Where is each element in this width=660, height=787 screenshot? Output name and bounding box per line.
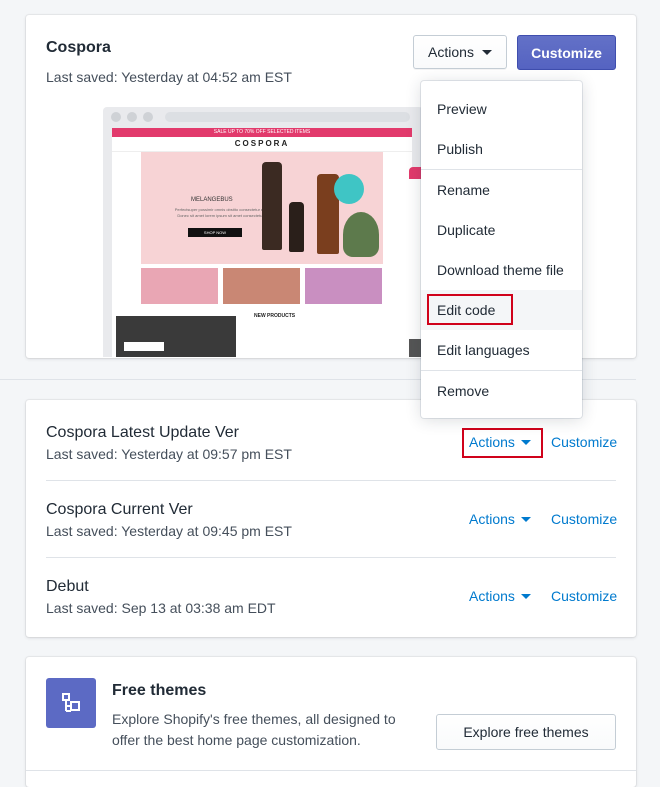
caret-down-icon: [481, 49, 492, 55]
preview-hero-banner: MELANGEBUS Perfectsuper possimir omnis o…: [141, 152, 383, 264]
actions-highlight-box: [462, 428, 543, 458]
actions-label: Actions: [469, 511, 515, 527]
preview-product-badge: [334, 174, 364, 204]
preview-header: COSPORA: [112, 137, 412, 152]
theme-actions-button[interactable]: Actions: [469, 588, 531, 604]
caret-down-icon: [520, 517, 531, 522]
theme-last-saved: Last saved: Yesterday at 09:57 pm EST: [46, 446, 292, 462]
theme-library-row: Cospora Current Ver Last saved: Yesterda…: [46, 477, 617, 554]
theme-store-icon: [46, 678, 96, 728]
preview-hero-text: Perfectsuper possimir omnis obstito cons…: [174, 207, 268, 218]
preview-product-bottle: [262, 162, 282, 250]
theme-actions-dropdown: Preview Publish Rename Duplicate Downloa…: [421, 81, 582, 418]
theme-last-saved: Last saved: Sep 13 at 03:38 am EDT: [46, 600, 276, 616]
current-theme-name: Cospora: [46, 39, 111, 56]
preview-tile: [223, 268, 300, 304]
theme-actions-button[interactable]: Actions: [469, 511, 531, 527]
menu-item-download-theme-file[interactable]: Download theme file: [421, 250, 582, 290]
theme-name: Debut: [46, 578, 89, 595]
menu-item-preview[interactable]: Preview: [421, 89, 582, 129]
theme-library-row: Debut Last saved: Sep 13 at 03:38 am EDT…: [46, 554, 617, 631]
edit-code-highlight-box: [427, 294, 513, 325]
menu-item-duplicate[interactable]: Duplicate: [421, 210, 582, 250]
free-themes-card: Free themes Explore Shopify's free theme…: [26, 657, 636, 787]
theme-last-saved: Last saved: Yesterday at 09:45 pm EST: [46, 523, 292, 539]
current-theme-actions-button[interactable]: Actions: [413, 35, 507, 69]
menu-item-edit-languages[interactable]: Edit languages: [421, 330, 582, 370]
current-theme-last-saved: Last saved: Yesterday at 04:52 am EST: [46, 69, 292, 85]
actions-label: Actions: [469, 588, 515, 604]
explore-free-themes-button[interactable]: Explore free themes: [436, 714, 616, 750]
free-themes-title: Free themes: [112, 682, 207, 699]
menu-item-remove[interactable]: Remove: [421, 371, 582, 411]
preview-promo-bar: SALE UP TO 70% OFF SELECTED ITEMS: [112, 128, 412, 137]
browser-url-bar: [165, 112, 410, 122]
actions-label: Actions: [428, 44, 474, 60]
menu-item-publish[interactable]: Publish: [421, 129, 582, 169]
current-theme-customize-button[interactable]: Customize: [517, 35, 616, 70]
theme-name: Cospora Current Ver: [46, 501, 193, 518]
theme-customize-link[interactable]: Customize: [551, 588, 617, 604]
preview-product-bottle: [289, 202, 304, 252]
preview-tile: [305, 268, 382, 304]
preview-store-logo: COSPORA: [234, 139, 290, 148]
theme-preview-image: SALE UP TO 70% OFF SELECTED ITEMS COSPOR…: [103, 107, 423, 357]
preview-cookie-banner: [116, 316, 236, 357]
card-divider: [26, 770, 636, 771]
preview-hero-title: MELANGEBUS: [191, 197, 233, 203]
preview-tile: [141, 268, 218, 304]
theme-name: Cospora Latest Update Ver: [46, 424, 240, 441]
theme-library-card: Cospora Latest Update Ver Last saved: Ye…: [26, 400, 636, 637]
preview-shop-button: SHOP NOW: [188, 228, 242, 237]
preview-category-tiles: [141, 268, 382, 304]
preview-section-title: NEW PRODUCTS: [254, 313, 296, 319]
preview-plant: [343, 212, 379, 257]
theme-customize-link[interactable]: Customize: [551, 434, 617, 450]
preview-storefront: SALE UP TO 70% OFF SELECTED ITEMS COSPOR…: [112, 128, 412, 357]
theme-customize-link[interactable]: Customize: [551, 511, 617, 527]
menu-item-rename[interactable]: Rename: [421, 170, 582, 210]
caret-down-icon: [520, 594, 531, 599]
preview-cookie-button: [124, 342, 164, 351]
browser-window-dots: [111, 112, 153, 122]
free-themes-description: Explore Shopify's free themes, all desig…: [112, 711, 396, 748]
